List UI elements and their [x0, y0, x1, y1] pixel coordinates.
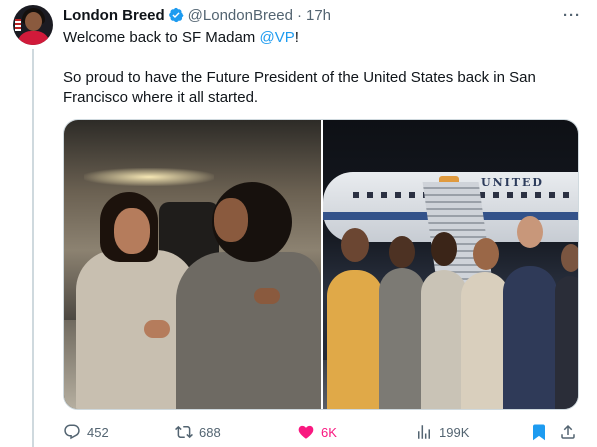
- photo2-head-2: [389, 236, 415, 268]
- views-button[interactable]: 199K: [415, 422, 469, 442]
- photo1-hand-2: [254, 288, 280, 304]
- tweet-paragraph-2: So proud to have the Future President of…: [63, 69, 536, 106]
- repost-count: 688: [199, 424, 221, 440]
- author-handle[interactable]: @LondonBreed: [188, 7, 293, 24]
- avatar-flag: [15, 19, 21, 31]
- timestamp[interactable]: 17h: [306, 7, 331, 24]
- tweet-line-1-suffix: !: [294, 29, 299, 46]
- repost-button[interactable]: 688: [175, 422, 221, 442]
- like-count: 6K: [321, 424, 337, 440]
- more-icon[interactable]: ···: [562, 6, 582, 24]
- author-name[interactable]: London Breed: [63, 7, 165, 24]
- photo1-person-right-face: [214, 198, 248, 242]
- photo1-lights: [84, 168, 214, 186]
- bookmark-icon: [533, 424, 545, 441]
- action-bar: 452 688 6K 199K: [63, 422, 583, 442]
- thread-line: [32, 49, 34, 447]
- photo2-person-4: [461, 272, 509, 409]
- heart-icon: [298, 425, 314, 439]
- reply-count: 452: [87, 424, 109, 440]
- reply-button[interactable]: 452: [63, 422, 109, 442]
- avatar-coat: [17, 31, 50, 45]
- photo2-head-4: [473, 238, 499, 270]
- photo1-hand: [144, 320, 170, 338]
- share-button[interactable]: [559, 422, 583, 442]
- photo2-person-6: [555, 276, 578, 409]
- photo2-person-1: [327, 270, 383, 409]
- like-button[interactable]: 6K: [297, 422, 337, 442]
- repost-icon: [175, 425, 193, 439]
- tweet-line-1: Welcome back to SF Madam @VP!: [63, 28, 583, 48]
- photo2-head-1: [341, 228, 369, 262]
- verified-badge-icon: [168, 7, 184, 23]
- avatar[interactable]: [13, 5, 53, 45]
- bookmark-button[interactable]: [530, 422, 554, 442]
- views-count: 199K: [439, 424, 470, 440]
- photo2-head-5: [517, 216, 543, 248]
- tweet-text: Welcome back to SF Madam @VP! So proud t…: [63, 28, 583, 108]
- photo1-person-right-coat: [176, 252, 321, 409]
- photo2-person-2: [379, 268, 425, 409]
- media-grid: UNITED: [63, 119, 579, 410]
- photo-group-plane[interactable]: UNITED: [323, 120, 578, 409]
- reply-icon: [64, 424, 80, 440]
- views-icon: [418, 425, 430, 439]
- photo1-person-left-face: [114, 208, 150, 254]
- photo2-head-6: [561, 244, 578, 272]
- photo2-person-5: [503, 266, 557, 409]
- share-icon: [561, 424, 575, 439]
- tweet-line-1-prefix: Welcome back to SF Madam: [63, 29, 260, 46]
- photo-embrace[interactable]: [64, 120, 321, 409]
- mention-link[interactable]: @VP: [259, 29, 294, 46]
- photo2-head-3: [431, 232, 457, 266]
- separator-dot: ·: [296, 6, 302, 24]
- avatar-face: [25, 12, 42, 31]
- photo2-plane-lettering: UNITED: [481, 176, 544, 189]
- tweet-header: London Breed @LondonBreed · 17h: [63, 5, 331, 25]
